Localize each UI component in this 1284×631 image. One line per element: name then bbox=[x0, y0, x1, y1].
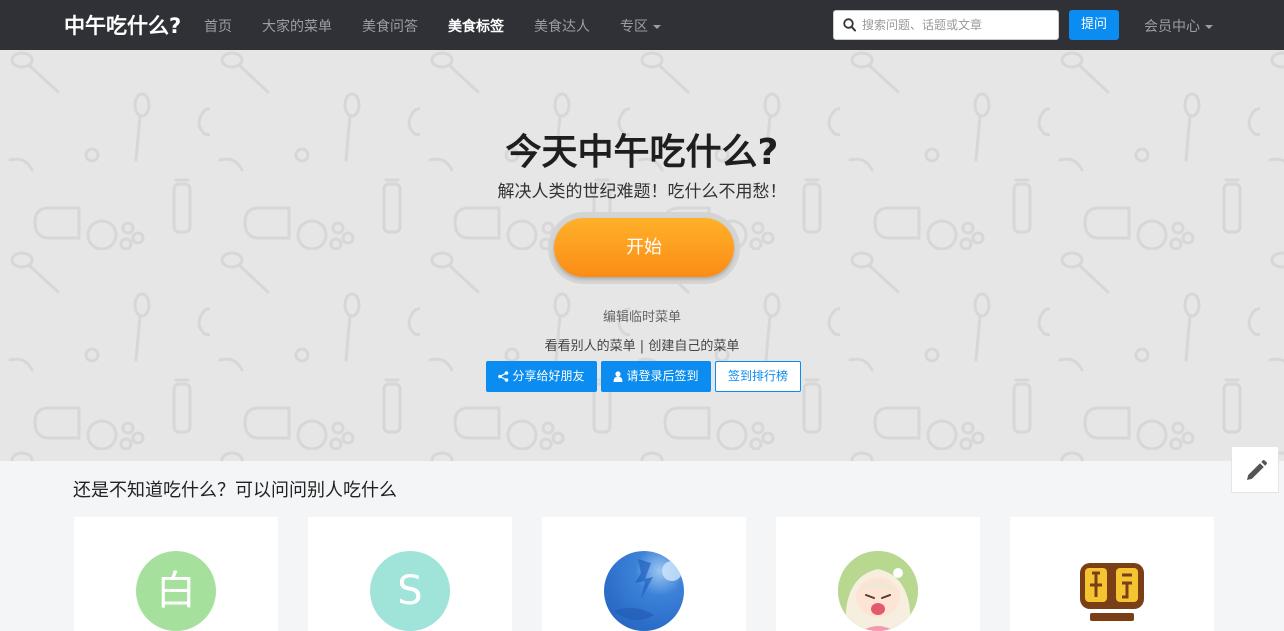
hero-banner: 今天中午吃什么? 解决人类的世纪难题！吃什么不用愁！ 开始 编辑临时菜单 看看别… bbox=[0, 50, 1284, 461]
avatar: S bbox=[370, 551, 450, 631]
nav-item-food-tags[interactable]: 美食标签 bbox=[448, 16, 504, 36]
user-card[interactable]: S bbox=[308, 517, 512, 631]
user-card[interactable] bbox=[1010, 517, 1214, 631]
fuhao-logo-avatar-image bbox=[1072, 551, 1152, 631]
avatar bbox=[838, 551, 918, 631]
anime-avatar-image bbox=[838, 551, 918, 631]
member-center-dropdown[interactable]: 会员中心 bbox=[1144, 16, 1213, 36]
avatar: 白 bbox=[136, 551, 216, 631]
nav-item-food-qa[interactable]: 美食问答 bbox=[362, 16, 418, 36]
share-icon bbox=[498, 371, 509, 382]
pencil-icon bbox=[1247, 460, 1267, 480]
user-card[interactable] bbox=[776, 517, 980, 631]
member-center-label: 会员中心 bbox=[1144, 19, 1200, 35]
create-own-menu-link[interactable]: 创建自己的菜单 bbox=[648, 339, 739, 354]
checkin-ranking-button[interactable]: 签到排行榜 bbox=[715, 361, 801, 392]
search-icon bbox=[843, 18, 856, 32]
nav-item-food-experts[interactable]: 美食达人 bbox=[534, 16, 590, 36]
brand-logo[interactable]: 中午吃什么? bbox=[64, 10, 181, 40]
user-icon bbox=[613, 371, 623, 382]
share-with-friends-label: 分享给好朋友 bbox=[512, 369, 585, 383]
avatar bbox=[1072, 551, 1152, 631]
start-button[interactable]: 开始 bbox=[554, 218, 734, 277]
dropdown-caret-icon bbox=[653, 25, 661, 29]
hero-title: 今天中午吃什么? bbox=[505, 132, 779, 173]
login-to-checkin-label: 请登录后签到 bbox=[626, 369, 699, 383]
view-others-menus-link[interactable]: 看看别人的菜单 bbox=[545, 339, 636, 354]
avatar-image bbox=[614, 559, 682, 621]
nav-item-zones-label: 专区 bbox=[620, 19, 648, 35]
ask-others-section-title: 还是不知道吃什么？可以问问别人吃什么 bbox=[73, 480, 397, 501]
nav-item-everyones-menus[interactable]: 大家的菜单 bbox=[262, 16, 332, 36]
hero-subtitle: 解决人类的世纪难题！吃什么不用愁！ bbox=[497, 182, 787, 202]
search-input[interactable] bbox=[862, 15, 1052, 35]
menu-links-row: 看看别人的菜单 | 创建自己的菜单 bbox=[0, 335, 1284, 354]
link-separator: | bbox=[639, 339, 645, 354]
ask-question-button[interactable]: 提问 bbox=[1069, 10, 1119, 40]
floating-write-button[interactable] bbox=[1231, 446, 1279, 493]
nav-item-home[interactable]: 首页 bbox=[204, 16, 232, 36]
login-to-checkin-button[interactable]: 请登录后签到 bbox=[601, 361, 711, 392]
top-navbar: 中午吃什么? 首页 大家的菜单 美食问答 美食标签 美食达人 专区 提问 会员中… bbox=[0, 0, 1284, 50]
dropdown-caret-icon bbox=[1205, 25, 1213, 29]
user-card[interactable] bbox=[542, 517, 746, 631]
search-box[interactable] bbox=[833, 10, 1059, 40]
edit-temp-menu-row: 编辑临时菜单 bbox=[0, 306, 1284, 325]
share-with-friends-button[interactable]: 分享给好朋友 bbox=[486, 361, 597, 392]
edit-temp-menu-link[interactable]: 编辑临时菜单 bbox=[603, 310, 681, 325]
avatar bbox=[604, 551, 684, 631]
user-card[interactable]: 白 bbox=[74, 517, 278, 631]
nav-item-zones-dropdown[interactable]: 专区 bbox=[620, 16, 661, 36]
